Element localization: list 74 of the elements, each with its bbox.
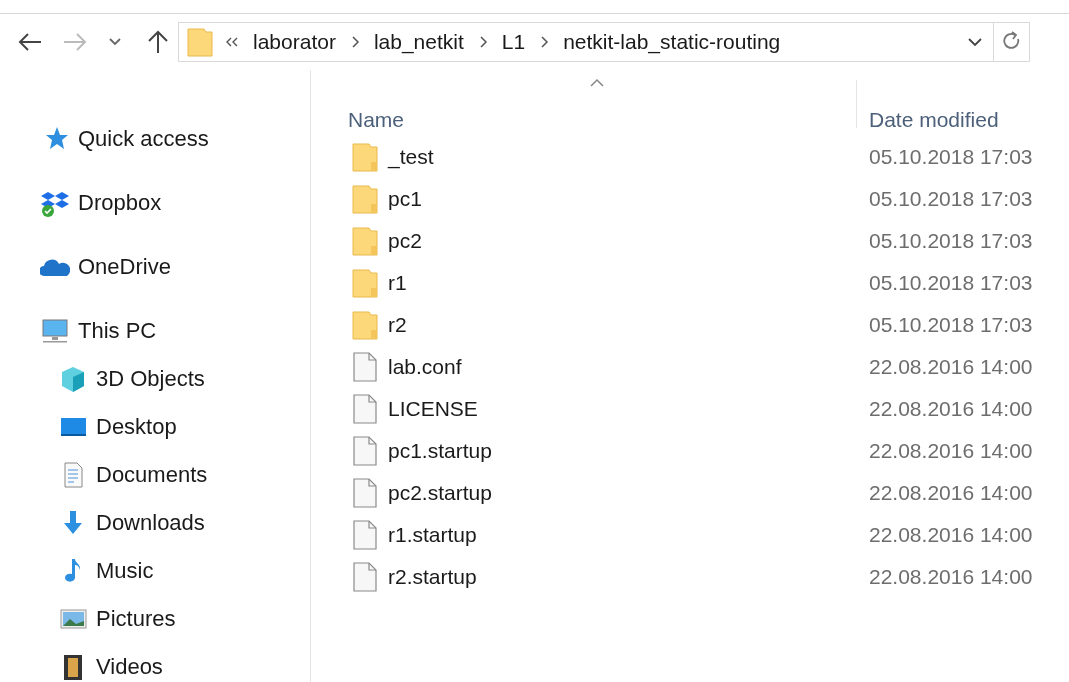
file-name: r2.startup — [388, 564, 477, 591]
column-header[interactable]: Date modified — [857, 70, 999, 128]
folder-icon — [352, 268, 378, 298]
folder-icon — [352, 142, 378, 172]
file-row[interactable]: pc1.startup 22.08.2016 14:00 — [311, 430, 1069, 472]
file-row[interactable]: _test 05.10.2018 17:03 — [311, 136, 1069, 178]
date-cell-text: 22.08.2016 14:00 — [868, 480, 1033, 507]
file-icon — [352, 394, 378, 424]
folder-icon — [352, 310, 378, 340]
file-name: r1 — [388, 270, 407, 297]
chevron-right-icon — [477, 35, 488, 49]
file-row[interactable]: r2 05.10.2018 17:03 — [311, 304, 1069, 346]
file-row[interactable]: lab.conf 22.08.2016 14:00 — [311, 346, 1069, 388]
file-icon — [352, 562, 378, 592]
file-name: pc2.startup — [388, 480, 492, 507]
date-cell-text: 05.10.2018 17:03 — [868, 186, 1033, 213]
file-icon — [352, 436, 378, 466]
date-cell-text: 22.08.2016 14:00 — [868, 522, 1033, 549]
folder-icon — [352, 184, 378, 214]
date-cell-text: 05.10.2018 17:03 — [868, 270, 1033, 297]
file-name: pc1 — [388, 186, 422, 213]
date-cell-text: 22.08.2016 14:00 — [868, 564, 1033, 591]
sidebar-item[interactable]: Desktop — [0, 403, 310, 451]
breadcrumb-item[interactable]: L1 — [501, 26, 526, 58]
date-cell-text: 05.10.2018 17:03 — [868, 312, 1033, 339]
double-chevron-left-icon — [225, 36, 239, 48]
breadcrumb-item[interactable]: netkit-lab_static-routing — [563, 26, 781, 58]
back-arrow-icon — [17, 32, 43, 52]
column-header[interactable]: Name — [311, 80, 857, 128]
file-name: pc1.startup — [388, 438, 492, 465]
up-arrow-icon — [147, 29, 169, 55]
file-name: LICENSE — [388, 396, 478, 423]
sidebar-item[interactable]: Music — [0, 547, 310, 595]
file-name: pc2 — [388, 228, 422, 255]
monitor-icon — [40, 316, 70, 346]
sidebar-item[interactable]: 3D Objects — [0, 355, 310, 403]
date-cell-text: 05.10.2018 17:03 — [868, 228, 1033, 255]
date-cell-text: 22.08.2016 14:00 — [868, 438, 1033, 465]
file-name: _test — [388, 144, 434, 171]
sidebar-item[interactable]: This PC — [0, 307, 310, 355]
sidebar-item[interactable]: Documents — [0, 451, 310, 499]
folder-icon — [352, 226, 378, 256]
sidebar-item[interactable]: Dropbox — [0, 179, 310, 227]
file-row[interactable]: r2.startup 22.08.2016 14:00 — [311, 556, 1069, 598]
forward-arrow-icon — [62, 32, 88, 52]
folder-icon — [187, 27, 213, 57]
file-name: lab.conf — [388, 354, 462, 381]
file-name: r2 — [388, 312, 407, 339]
chevron-right-icon — [539, 35, 550, 49]
file-name: r1.startup — [388, 522, 477, 549]
file-row[interactable]: pc2 05.10.2018 17:03 — [311, 220, 1069, 262]
sort-ascending-icon — [589, 78, 605, 88]
dropdown-caret-icon[interactable] — [967, 37, 983, 47]
file-row[interactable]: r1.startup 22.08.2016 14:00 — [311, 514, 1069, 556]
file-row[interactable]: r1 05.10.2018 17:03 — [311, 262, 1069, 304]
date-cell-text: 22.08.2016 14:00 — [868, 354, 1033, 381]
address-bar[interactable]: laborator lab_netkit L1 netkit-lab_static-routing — [178, 22, 1030, 62]
file-row[interactable]: LICENSE 22.08.2016 14:00 — [311, 388, 1069, 430]
sidebar-item[interactable]: Videos — [0, 643, 310, 682]
file-icon — [352, 352, 378, 382]
chevron-right-icon — [349, 35, 360, 49]
file-row[interactable]: pc1 05.10.2018 17:03 — [311, 178, 1069, 220]
chevron-down-icon — [108, 37, 122, 47]
date-cell-text: 05.10.2018 17:03 — [868, 144, 1033, 171]
breadcrumb-item[interactable]: lab_netkit — [373, 26, 464, 58]
sidebar-item[interactable]: Quick access — [0, 115, 310, 163]
breadcrumb-item[interactable]: laborator — [253, 26, 336, 58]
file-icon — [352, 520, 378, 550]
sidebar-item[interactable]: OneDrive — [0, 243, 310, 291]
file-row[interactable]: pc2.startup 22.08.2016 14:00 — [311, 472, 1069, 514]
date-cell-text: 22.08.2016 14:00 — [868, 396, 1033, 423]
sidebar-item[interactable]: Downloads — [0, 499, 310, 547]
sidebar-item[interactable]: Pictures — [0, 595, 310, 643]
file-icon — [352, 478, 378, 508]
